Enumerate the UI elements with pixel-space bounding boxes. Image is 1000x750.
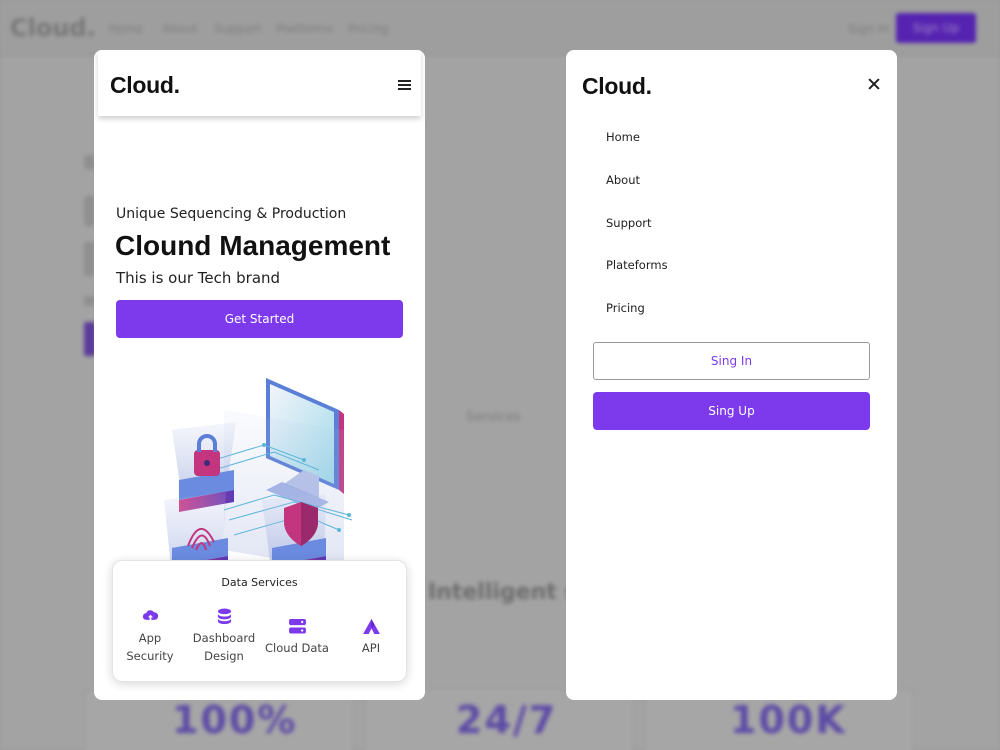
menu-item-pricing[interactable]: Pricing: [606, 301, 645, 315]
service-label: Cloud Data: [265, 641, 329, 655]
background-nav-link: Home: [108, 22, 144, 36]
close-icon[interactable]: [866, 76, 882, 92]
mobile-home-panel: Cloud. Unique Sequencing & Production Cl…: [94, 50, 425, 700]
background-logo: Cloud.: [10, 14, 96, 42]
service-label: API: [361, 641, 381, 655]
logo[interactable]: Cloud.: [110, 72, 180, 99]
service-label: App: [138, 631, 162, 645]
background-navbar: Cloud. Home About Support Platforms Pric…: [0, 0, 1000, 56]
hero-subtitle: This is our Tech brand: [116, 269, 281, 287]
menu-item-support[interactable]: Support: [606, 216, 651, 230]
background-services-heading: Services: [466, 410, 521, 425]
background-stat: 100%: [172, 698, 298, 742]
menu-item-about[interactable]: About: [606, 173, 640, 187]
services-title: Data Services: [221, 576, 298, 589]
cloud-security-illustration: [164, 378, 353, 578]
service-cloud-data[interactable]: Cloud Data: [260, 617, 334, 657]
data-services-card: Data Services App Security Dashboard Des…: [112, 560, 407, 682]
menu-item-plateforms[interactable]: Plateforms: [606, 258, 668, 272]
background-nav-link: Platforms: [276, 22, 333, 36]
background-nav-link: About: [162, 22, 198, 36]
mobile-menu-panel: Cloud. Home About Support Plateforms Pri…: [566, 50, 897, 700]
sign-up-button[interactable]: Sing Up: [593, 392, 870, 430]
logo[interactable]: Cloud.: [582, 73, 652, 100]
database-icon: [187, 607, 261, 625]
service-label: Design: [204, 649, 244, 663]
hamburger-menu-icon[interactable]: [398, 80, 411, 90]
server-icon: [260, 617, 334, 635]
menu-item-home[interactable]: Home: [606, 130, 640, 144]
cloud-upload-icon: [113, 607, 187, 625]
background-signin: Sign In: [848, 22, 890, 36]
hero-title: Clound Management: [115, 230, 391, 261]
background-nav-link: Pricing: [348, 22, 389, 36]
service-app-security[interactable]: App Security: [113, 607, 187, 665]
sign-in-button[interactable]: Sing In: [593, 342, 870, 380]
mobile-header: Cloud.: [98, 50, 421, 116]
background-stat: 100K: [730, 698, 847, 742]
background-stat: 24/7: [456, 698, 558, 742]
service-dashboard-design[interactable]: Dashboard Design: [187, 607, 261, 665]
background-signup: Sign Up: [896, 13, 976, 43]
triangle-a-icon: [334, 617, 408, 635]
service-label: Security: [126, 649, 174, 663]
service-label: Dashboard: [192, 631, 256, 645]
service-api[interactable]: API: [334, 617, 408, 657]
hero-eyebrow: Unique Sequencing & Production: [116, 206, 347, 222]
get-started-button[interactable]: Get Started: [116, 300, 403, 338]
background-nav-link: Support: [214, 22, 262, 36]
